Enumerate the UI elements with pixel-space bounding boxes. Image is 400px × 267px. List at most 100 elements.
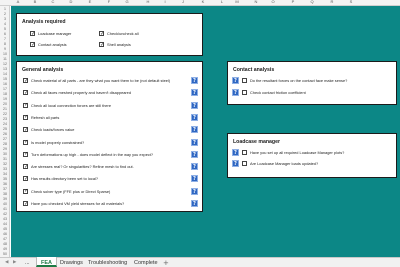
row-number[interactable]: 12: [0, 62, 10, 66]
general-analysis-help-icon[interactable]: ?: [191, 150, 198, 158]
general-analysis-item-checkbox[interactable]: [23, 78, 28, 84]
row-number[interactable]: 50: [0, 252, 10, 256]
general-analysis-item-checkbox[interactable]: [23, 164, 28, 170]
tab-troubleshooting[interactable]: Troubleshooting: [88, 260, 127, 266]
general-analysis-help-icon[interactable]: ?: [191, 138, 198, 146]
loadcase-manager-item-checkbox[interactable]: [242, 161, 247, 166]
loadcase-manager-item-checkbox[interactable]: [242, 150, 247, 155]
row-number[interactable]: 22: [0, 112, 10, 116]
general-analysis-help-icon[interactable]: ?: [191, 175, 198, 183]
column-letter[interactable]: H: [143, 0, 153, 4]
general-analysis-help-icon[interactable]: ?: [191, 101, 198, 109]
column-letter[interactable]: N: [251, 0, 261, 4]
general-analysis-item-checkbox[interactable]: [23, 127, 28, 133]
general-analysis-item-row[interactable]: Check solver type (FFE plus or Direct Sp…: [23, 188, 110, 194]
general-analysis-help-icon[interactable]: ?: [191, 163, 198, 171]
tab-fea[interactable]: FEA: [36, 257, 57, 267]
general-analysis-item-row[interactable]: Are stresses real? Or singularities? Ref…: [23, 164, 134, 170]
row-number[interactable]: 44: [0, 222, 10, 226]
row-number[interactable]: 17: [0, 87, 10, 91]
general-analysis-item-checkbox[interactable]: [23, 139, 28, 145]
row-number[interactable]: 19: [0, 97, 10, 101]
general-analysis-item-checkbox[interactable]: [23, 201, 28, 207]
loadcase-manager-checkbox-row[interactable]: Loadcase manager: [30, 31, 71, 37]
column-letter[interactable]: S: [346, 0, 356, 4]
contact-analysis-item-checkbox[interactable]: [242, 90, 247, 95]
check-uncheck-all-checkbox-row[interactable]: Check/uncheck all: [99, 31, 139, 37]
column-letter[interactable]: O: [268, 0, 278, 4]
loadcase-manager-help-icon[interactable]: ?: [232, 160, 239, 167]
column-letter[interactable]: R: [327, 0, 337, 4]
previous-sheet-arrow-icon[interactable]: ◀: [5, 260, 8, 265]
general-analysis-item-checkbox[interactable]: [23, 114, 28, 120]
row-number[interactable]: 32: [0, 162, 10, 166]
contact-analysis-checkbox[interactable]: [30, 42, 35, 48]
row-number[interactable]: 30: [0, 152, 10, 156]
general-analysis-item-row[interactable]: Check all faces meshed properly and have…: [23, 90, 131, 96]
general-analysis-help-icon[interactable]: ?: [191, 77, 198, 84]
contact-analysis-item-row[interactable]: Check contact friction coefficient: [242, 90, 306, 95]
row-number[interactable]: 18: [0, 92, 10, 96]
column-letter[interactable]: Q: [307, 0, 317, 4]
check-uncheck-all-checkbox[interactable]: [99, 31, 104, 37]
general-analysis-help-icon[interactable]: ?: [191, 113, 198, 121]
general-analysis-item-checkbox[interactable]: [23, 188, 28, 194]
row-number[interactable]: 38: [0, 192, 10, 196]
row-number[interactable]: 10: [0, 52, 10, 56]
column-letter[interactable]: C: [48, 0, 58, 4]
row-number[interactable]: 5: [0, 27, 10, 31]
row-number[interactable]: 35: [0, 177, 10, 181]
row-number[interactable]: 39: [0, 197, 10, 201]
row-number[interactable]: 21: [0, 107, 10, 111]
row-number[interactable]: 46: [0, 232, 10, 236]
row-number[interactable]: 49: [0, 247, 10, 251]
row-number[interactable]: 42: [0, 212, 10, 216]
loadcase-manager-item-row[interactable]: Have you set up all required Loadcase Ma…: [242, 150, 344, 155]
row-number[interactable]: 7: [0, 37, 10, 41]
loadcase-manager-checkbox[interactable]: [30, 31, 35, 37]
row-number[interactable]: 41: [0, 207, 10, 211]
row-number[interactable]: 45: [0, 227, 10, 231]
row-number[interactable]: 31: [0, 157, 10, 161]
row-number[interactable]: 15: [0, 77, 10, 81]
row-number[interactable]: 36: [0, 182, 10, 186]
loadcase-manager-item-row[interactable]: Are Loadcase Manager loads updated?: [242, 161, 318, 166]
general-analysis-help-icon[interactable]: ?: [191, 89, 198, 97]
row-number[interactable]: 4: [0, 22, 10, 26]
row-number[interactable]: 25: [0, 127, 10, 131]
general-analysis-item-row[interactable]: Check loads/forces value: [23, 127, 74, 133]
column-letter[interactable]: B: [30, 0, 40, 4]
row-number[interactable]: 1: [0, 7, 10, 11]
general-analysis-help-icon[interactable]: ?: [191, 126, 198, 134]
general-analysis-item-checkbox[interactable]: [23, 102, 28, 108]
row-number[interactable]: 2: [0, 12, 10, 16]
contact-analysis-checkbox-row[interactable]: Contact analysis: [30, 42, 67, 48]
row-number[interactable]: 24: [0, 122, 10, 126]
column-letter[interactable]: M: [232, 0, 242, 4]
contact-analysis-help-icon[interactable]: ?: [232, 89, 239, 96]
general-analysis-item-checkbox[interactable]: [23, 151, 28, 157]
row-number[interactable]: 40: [0, 202, 10, 206]
column-letter[interactable]: E: [85, 0, 95, 4]
tab-ellipsis[interactable]: ...: [25, 260, 30, 266]
row-number[interactable]: 37: [0, 187, 10, 191]
row-number[interactable]: 8: [0, 42, 10, 46]
shell-analysis-checkbox-row[interactable]: Shell analysis: [99, 42, 131, 48]
column-letter[interactable]: A: [13, 0, 23, 4]
row-number[interactable]: 26: [0, 132, 10, 136]
general-analysis-item-row[interactable]: Check material of all parts - are they w…: [23, 78, 170, 84]
general-analysis-item-checkbox[interactable]: [23, 90, 28, 96]
row-number[interactable]: 23: [0, 117, 10, 121]
row-number[interactable]: 43: [0, 217, 10, 221]
tab-complete[interactable]: Complete: [134, 260, 158, 266]
row-number[interactable]: 20: [0, 102, 10, 106]
add-sheet-icon[interactable]: +: [163, 259, 169, 267]
contact-analysis-help-icon[interactable]: ?: [232, 77, 239, 84]
column-letter[interactable]: P: [288, 0, 298, 4]
shell-analysis-checkbox[interactable]: [99, 42, 104, 48]
row-number[interactable]: 11: [0, 57, 10, 61]
loadcase-manager-help-icon[interactable]: ?: [232, 149, 239, 156]
column-letter[interactable]: L: [217, 0, 227, 4]
row-number[interactable]: 9: [0, 47, 10, 51]
general-analysis-item-row[interactable]: Check all local connection forces are st…: [23, 102, 111, 108]
